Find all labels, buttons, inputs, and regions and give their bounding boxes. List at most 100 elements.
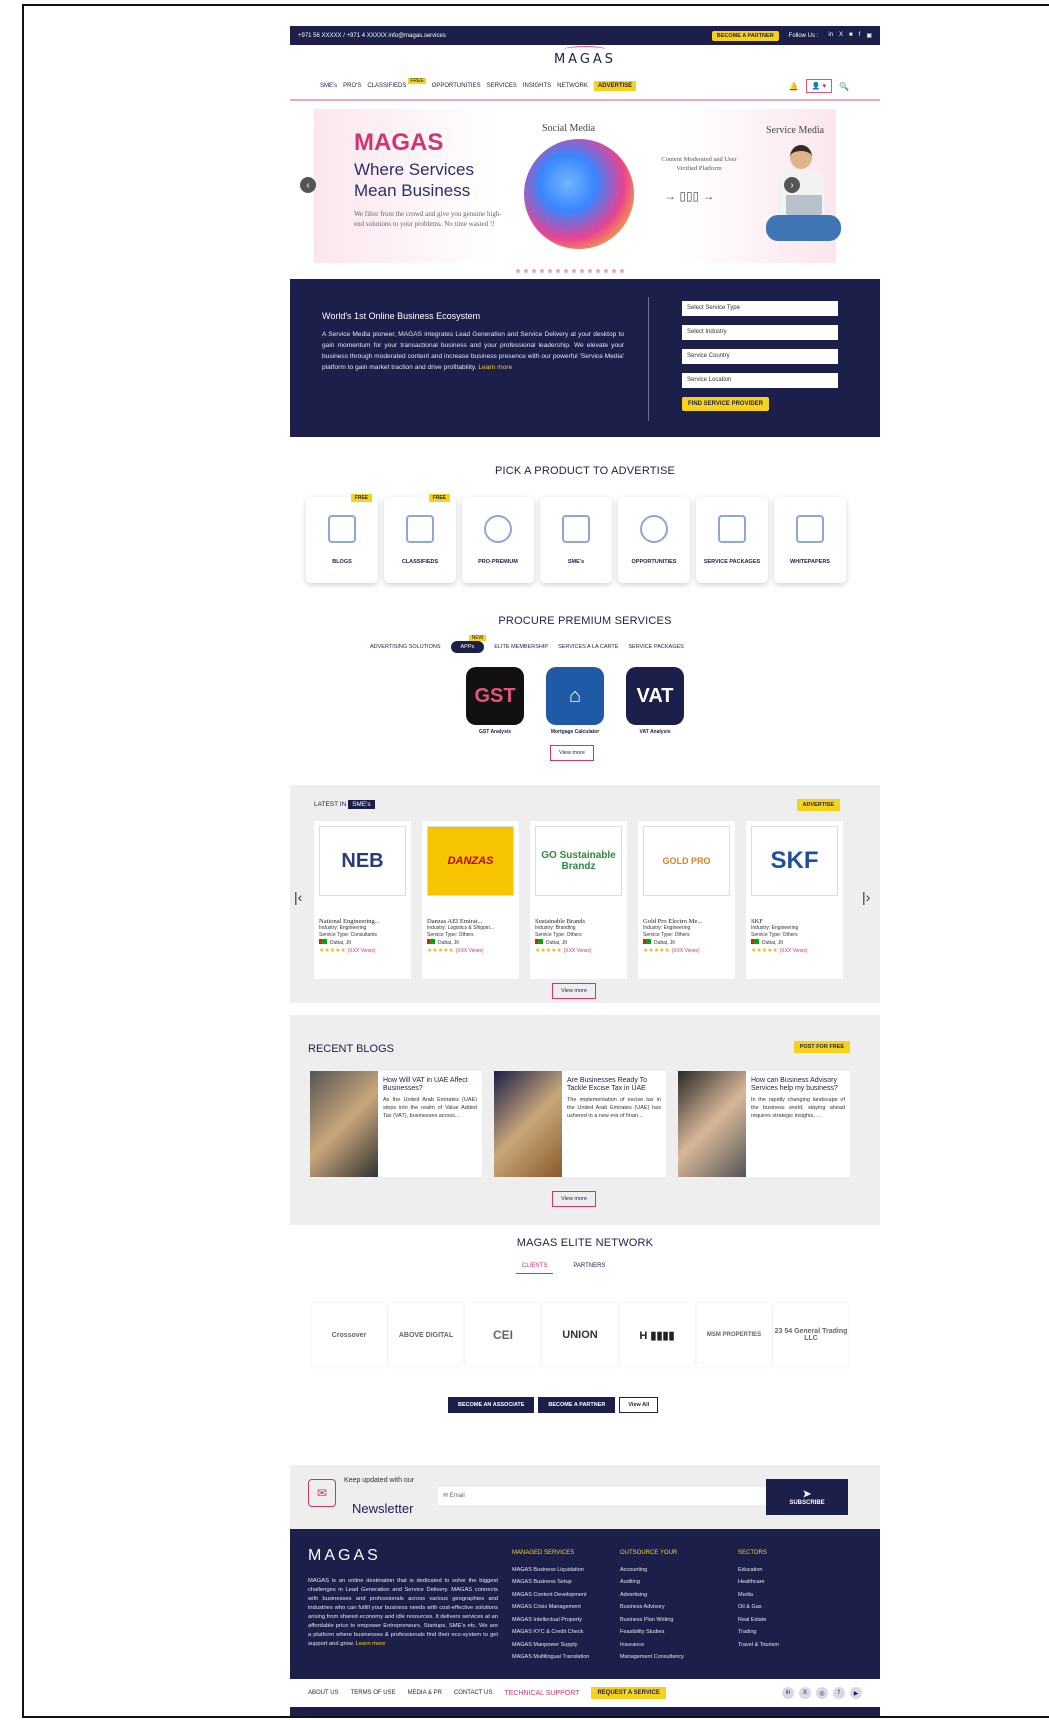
about-us-link[interactable]: ABOUT US <box>308 1690 339 1696</box>
footer-link[interactable]: Travel & Tourism <box>738 1639 779 1652</box>
facebook-icon[interactable]: f <box>859 32 861 39</box>
product-pro-premium[interactable]: PRO-PREMIUM <box>462 497 534 583</box>
contact-info[interactable]: +971 56 XXXXX / +971 4 XXXXX info@magas.… <box>298 33 446 39</box>
carousel-dot[interactable] <box>580 269 584 273</box>
tab-service-packages[interactable]: SERVICE PACKAGES <box>628 644 683 650</box>
youtube-icon[interactable]: ▣ <box>866 32 872 39</box>
youtube-icon[interactable]: ▶ <box>850 1687 862 1699</box>
footer-link[interactable]: MAGAS Content Development <box>512 1589 589 1602</box>
service-type-select[interactable]: Select Service Type <box>682 301 838 316</box>
x-icon[interactable]: X <box>799 1687 811 1699</box>
facebook-icon[interactable]: f <box>833 1687 845 1699</box>
view-all-button[interactable]: View All <box>619 1397 659 1413</box>
sme-card[interactable]: GO Sustainable Brandz Sustainable Brands… <box>530 821 627 979</box>
client-logo[interactable]: 23 54 General Trading LLC <box>774 1303 848 1367</box>
footer-link[interactable]: MAGAS Multilingual Translation <box>512 1651 589 1664</box>
product-whitepapers[interactable]: WHITEPAPERS <box>774 497 846 583</box>
tab-advertising-solutions[interactable]: ADVERTISING SOLUTIONS <box>370 644 441 650</box>
advertise-button[interactable]: ADVERTISE <box>593 81 637 91</box>
carousel-next-button[interactable]: › <box>784 177 800 193</box>
advertise-button[interactable]: ADVERTISE <box>796 799 840 811</box>
product-opportunities[interactable]: OPPORTUNITIES <box>618 497 690 583</box>
footer-link[interactable]: Education <box>738 1564 779 1577</box>
account-menu-button[interactable]: 👤 ▾ <box>805 79 832 93</box>
search-icon[interactable]: 🔍 <box>838 80 850 92</box>
app-gst-analysis[interactable]: GST GST Analysis <box>466 667 524 735</box>
sme-card[interactable]: SKF SKF Industry: Engineering Service Ty… <box>746 821 843 979</box>
carousel-dot[interactable] <box>596 269 600 273</box>
carousel-dot[interactable] <box>572 269 576 273</box>
view-more-button[interactable]: View more <box>550 745 594 761</box>
nav-item-classifieds[interactable]: CLASSIFIEDS <box>367 83 406 89</box>
terms-link[interactable]: TERMS OF USE <box>351 1690 396 1696</box>
tab-services-a-la-carte[interactable]: SERVICES A LA CARTE <box>558 644 618 650</box>
instagram-icon[interactable]: ■ <box>849 32 853 39</box>
footer-link[interactable]: Real Estate <box>738 1614 779 1627</box>
sme-card[interactable]: NEB National Engineering... Industry: En… <box>314 821 411 979</box>
subscribe-button[interactable]: ➤ SUBSCRIBE <box>766 1479 848 1515</box>
footer-link[interactable]: Feasibility Studies <box>620 1626 684 1639</box>
nav-item-insights[interactable]: INSIGHTS <box>523 83 551 89</box>
client-logo[interactable]: UNION <box>543 1303 617 1367</box>
technical-support-link[interactable]: TECHNICAL SUPPORT <box>504 1690 579 1697</box>
nav-item-smes[interactable]: SME's <box>320 83 337 89</box>
client-logo[interactable]: ABOVE DIGITAL <box>389 1303 463 1367</box>
learn-more-link[interactable]: Learn more <box>356 1641 386 1647</box>
footer-link[interactable]: Oil & Gas <box>738 1601 779 1614</box>
product-smes[interactable]: SME's <box>540 497 612 583</box>
learn-more-link[interactable]: Learn more <box>478 364 512 371</box>
linkedin-icon[interactable]: in <box>828 32 833 39</box>
product-classifieds[interactable]: FREE CLASSIFIEDS <box>384 494 456 583</box>
footer-link[interactable]: Media <box>738 1589 779 1602</box>
client-logo[interactable]: CEI <box>466 1303 540 1367</box>
carousel-dot[interactable] <box>540 269 544 273</box>
post-for-free-button[interactable]: POST FOR FREE <box>793 1041 850 1053</box>
carousel-prev-button[interactable]: ‹ <box>300 177 316 193</box>
footer-link[interactable]: Business Plan Writing <box>620 1614 684 1627</box>
find-provider-button[interactable]: FIND SERVICE PROVIDER <box>682 397 769 411</box>
request-service-button[interactable]: REQUEST A SERVICE <box>591 1687 666 1699</box>
footer-link[interactable]: MAGAS Intellectual Property <box>512 1614 589 1627</box>
footer-link[interactable]: Management Consultancy <box>620 1651 684 1664</box>
product-service-packages[interactable]: SERVICE PACKAGES <box>696 497 768 583</box>
app-vat-analysis[interactable]: VAT VAT Analysis <box>626 667 684 735</box>
client-logo[interactable]: Crossover <box>312 1303 386 1367</box>
footer-link[interactable]: MAGAS Business Liquidation <box>512 1564 589 1577</box>
carousel-dot[interactable] <box>516 269 520 273</box>
carousel-dot[interactable] <box>556 269 560 273</box>
footer-link[interactable]: MAGAS Business Setup <box>512 1576 589 1589</box>
nav-item-pros[interactable]: PRO'S <box>343 83 361 89</box>
blog-card[interactable]: Are Businesses Ready To Tackle Excise Ta… <box>494 1071 666 1177</box>
carousel-dot[interactable] <box>524 269 528 273</box>
tab-apps[interactable]: APPs NEW <box>450 635 487 653</box>
instagram-icon[interactable]: ◎ <box>816 1687 828 1699</box>
product-blogs[interactable]: FREE BLOGS <box>306 494 378 583</box>
become-partner-button[interactable]: BECOME A PARTNER <box>711 30 779 41</box>
carousel-dot[interactable] <box>532 269 536 273</box>
x-icon[interactable]: X <box>839 32 843 39</box>
footer-link[interactable]: Advertising <box>620 1589 684 1602</box>
blog-card[interactable]: How can Business Advisory Services help … <box>678 1071 850 1177</box>
location-select[interactable]: Service Location <box>682 373 838 388</box>
footer-link[interactable]: MAGAS KYC & Credit Check <box>512 1626 589 1639</box>
footer-link[interactable]: Healthcare <box>738 1576 779 1589</box>
tab-elite-membership[interactable]: ELITE MEMBERSHIP <box>494 644 548 650</box>
footer-link[interactable]: Accounting <box>620 1564 684 1577</box>
nav-item-opportunities[interactable]: OPPORTUNITIES <box>432 83 481 89</box>
footer-link[interactable]: MAGAS Crisis Management <box>512 1601 589 1614</box>
footer-logo[interactable]: MAGAS <box>308 1547 381 1565</box>
footer-link[interactable]: Business Advisory <box>620 1601 684 1614</box>
slider-next-button[interactable]: |› <box>862 889 870 905</box>
footer-link[interactable]: Trading <box>738 1626 779 1639</box>
contact-us-link[interactable]: CONTACT US <box>454 1690 492 1696</box>
become-associate-button[interactable]: BECOME AN ASSOCIATE <box>448 1397 535 1413</box>
client-logo[interactable]: H ▮▮▮▮ <box>620 1303 694 1367</box>
become-partner-button[interactable]: BECOME A PARTNER <box>538 1397 616 1413</box>
carousel-dot[interactable] <box>588 269 592 273</box>
footer-link[interactable]: Insurance <box>620 1639 684 1652</box>
latest-tag[interactable]: SME's <box>348 800 375 809</box>
carousel-dot[interactable] <box>612 269 616 273</box>
blog-card[interactable]: How Will VAT in UAE Affect Businesses? As… <box>310 1071 482 1177</box>
sme-card[interactable]: GOLD PRO Gold Pro Electro Me... Industry… <box>638 821 735 979</box>
carousel-dot[interactable] <box>620 269 624 273</box>
